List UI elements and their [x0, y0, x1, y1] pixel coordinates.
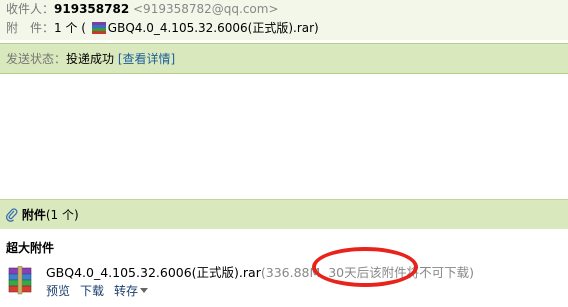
rar-file-icon [91, 22, 106, 34]
attachments-title: 附件 [21, 208, 46, 222]
attachments-section-header: 附件(1 个) [0, 199, 568, 229]
attachment-count: 1 个 ( [54, 21, 86, 35]
send-status-label: 发送状态： [6, 52, 67, 66]
attachment-row: 附 件：1 个 ( GBQ4.0_4.105.32.6006(正式版).rar) [6, 20, 319, 36]
attachments-header-row[interactable]: 附件(1 个) [6, 207, 79, 223]
attachments-count: (1 个) [45, 208, 79, 222]
save-to-label: 转存 [114, 284, 139, 298]
super-attachment-filename[interactable]: GBQ4.0_4.105.32.6006(正式版).rar [46, 265, 261, 280]
save-to-link[interactable]: 转存 [114, 284, 149, 298]
recipient-email: <919358782@qq.com> [133, 2, 279, 16]
attachment-label: 附 件： [6, 21, 55, 35]
preview-link[interactable]: 预览 [46, 284, 70, 298]
send-status-row: 发送状态：投递成功 [查看详情] [6, 51, 175, 67]
attachment-filename-link[interactable]: GBQ4.0_4.105.32.6006(正式版).rar) [108, 21, 319, 35]
red-highlight-circle [312, 247, 418, 287]
rar-archive-icon [8, 266, 32, 295]
paperclip-icon [6, 208, 18, 222]
send-status-bar: 发送状态：投递成功 [查看详情] [0, 43, 568, 74]
super-attachment-actions: 预览 下载 转存 [46, 283, 158, 299]
recipient-label: 收件人： [6, 2, 55, 16]
chevron-down-icon [140, 288, 149, 293]
super-attachment-title: 超大附件 [6, 241, 55, 255]
send-status-value: 投递成功 [66, 52, 115, 66]
view-details-link[interactable]: [查看详情] [118, 52, 175, 66]
download-link[interactable]: 下载 [80, 284, 104, 298]
recipient-name[interactable]: 919358782 [54, 2, 129, 16]
email-header: 收件人：919358782 <919358782@qq.com> 附 件：1 个… [0, 0, 568, 40]
recipient-row: 收件人：919358782 <919358782@qq.com> [6, 1, 279, 17]
